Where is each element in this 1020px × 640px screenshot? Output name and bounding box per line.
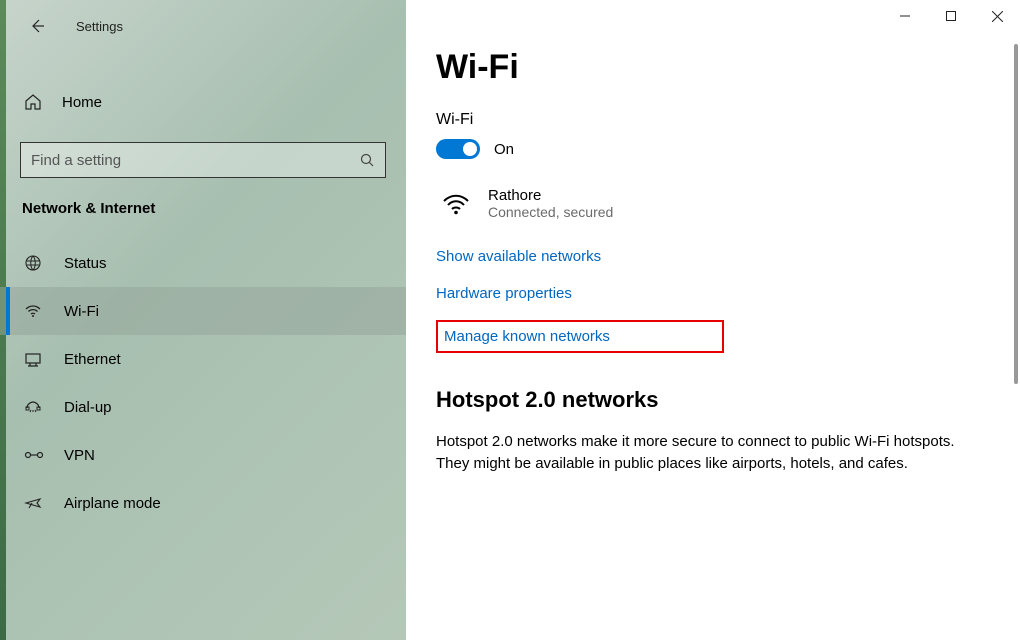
vpn-icon [24, 445, 44, 465]
arrow-left-icon [28, 17, 46, 35]
wifi-signal-icon [442, 190, 488, 218]
maximize-button[interactable] [928, 0, 974, 32]
manage-known-highlight: Manage known networks [436, 320, 724, 353]
app-title: Settings [76, 19, 123, 34]
sidebar-nav: Status Wi-Fi Ethernet Dial-up [0, 239, 406, 527]
toggle-knob [463, 142, 477, 156]
search-input[interactable] [31, 152, 359, 169]
home-icon [24, 92, 44, 112]
minimize-icon [900, 11, 910, 21]
scrollbar[interactable] [1014, 44, 1018, 636]
sidebar-item-label: Ethernet [64, 351, 121, 368]
page-title: Wi-Fi [436, 48, 990, 87]
hotspot-description: Hotspot 2.0 networks make it more secure… [436, 431, 976, 475]
maximize-icon [946, 11, 956, 21]
network-status: Connected, secured [488, 204, 613, 220]
sidebar-item-airplane[interactable]: Airplane mode [0, 479, 406, 527]
sidebar-item-label: Wi-Fi [64, 303, 99, 320]
search-icon [359, 152, 375, 168]
sidebar-item-vpn[interactable]: VPN [0, 431, 406, 479]
window-controls [882, 0, 1020, 36]
sidebar-item-label: VPN [64, 447, 95, 464]
sidebar-item-label: Airplane mode [64, 495, 161, 512]
sidebar-home-label: Home [62, 94, 102, 111]
hardware-properties-link[interactable]: Hardware properties [436, 285, 572, 302]
sidebar: Settings Home Network & Internet Status [0, 0, 406, 640]
sidebar-item-label: Dial-up [64, 399, 112, 416]
airplane-icon [24, 493, 44, 513]
minimize-button[interactable] [882, 0, 928, 32]
network-name: Rathore [488, 187, 613, 204]
content: Wi-Fi Wi-Fi On Rathore [406, 0, 1020, 475]
hotspot-heading: Hotspot 2.0 networks [436, 387, 990, 413]
sidebar-category: Network & Internet [0, 178, 406, 227]
wifi-toggle-row: On [436, 139, 990, 159]
close-button[interactable] [974, 0, 1020, 32]
main-pane: Wi-Fi Wi-Fi On Rathore [406, 0, 1020, 640]
wifi-toggle[interactable] [436, 139, 480, 159]
search-input-container[interactable] [20, 142, 386, 178]
show-available-networks-link[interactable]: Show available networks [436, 248, 601, 265]
current-network[interactable]: Rathore Connected, secured [442, 187, 990, 220]
sidebar-item-status[interactable]: Status [0, 239, 406, 287]
manage-known-networks-link[interactable]: Manage known networks [444, 328, 610, 345]
back-button[interactable] [22, 11, 52, 41]
dialup-icon [24, 397, 44, 417]
ethernet-icon [24, 349, 44, 369]
scrollbar-thumb[interactable] [1014, 44, 1018, 384]
sidebar-item-label: Status [64, 255, 107, 272]
close-icon [992, 11, 1003, 22]
sidebar-home[interactable]: Home [0, 80, 406, 124]
wifi-section-label: Wi-Fi [436, 111, 990, 129]
titlebar-left: Settings [0, 8, 406, 44]
wifi-icon [24, 301, 44, 321]
sidebar-item-ethernet[interactable]: Ethernet [0, 335, 406, 383]
wifi-toggle-label: On [494, 141, 514, 158]
sidebar-item-wifi[interactable]: Wi-Fi [0, 287, 406, 335]
status-icon [24, 253, 44, 273]
sidebar-item-dialup[interactable]: Dial-up [0, 383, 406, 431]
